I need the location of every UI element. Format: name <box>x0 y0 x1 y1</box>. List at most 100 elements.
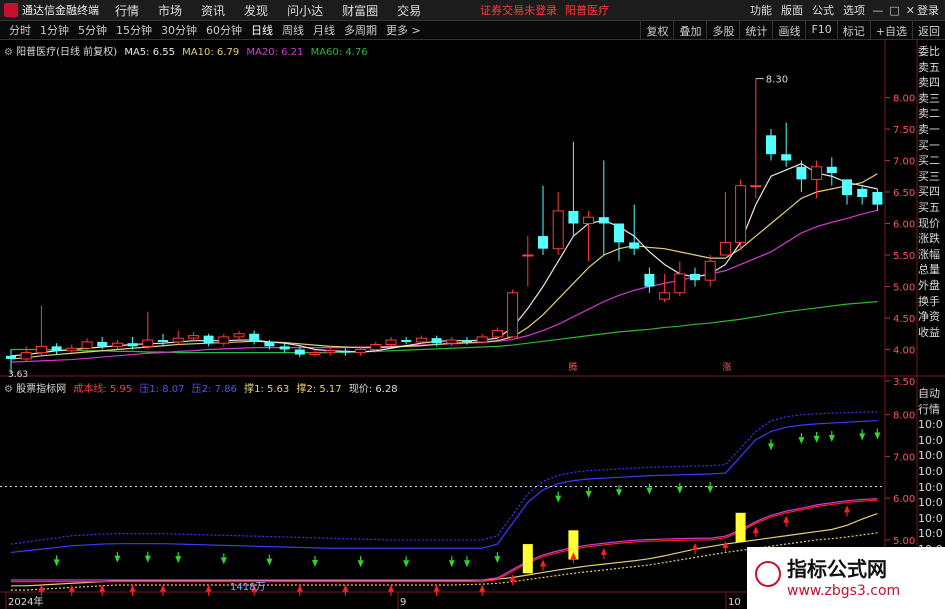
tool-stats[interactable]: 统计 <box>739 21 772 40</box>
indicator-axis-label: 8.00 <box>893 411 915 422</box>
minimize-icon[interactable]: — <box>872 4 883 17</box>
tick-item-4[interactable]: 10:0 <box>918 448 943 464</box>
period-monthly[interactable]: 月线 <box>313 22 335 38</box>
quote-item-15[interactable]: 外盘 <box>918 278 945 294</box>
settings-icon[interactable]: ⚙ <box>4 47 13 58</box>
period-60min[interactable]: 60分钟 <box>206 22 242 38</box>
period-30min[interactable]: 30分钟 <box>161 22 197 38</box>
tick-item-6[interactable]: 10:0 <box>918 480 943 496</box>
quote-item-9[interactable]: 买四 <box>918 184 945 200</box>
quote-item-0[interactable]: 委比 <box>918 44 945 60</box>
tick-item-0[interactable]: 自动 <box>918 386 943 402</box>
price-axis-label: 6.50 <box>893 188 915 199</box>
quote-item-12[interactable]: 涨跌 <box>918 231 945 247</box>
indicator-settings-icon[interactable]: ⚙ <box>4 384 13 395</box>
up-arrow <box>342 584 349 592</box>
quote-item-5[interactable]: 卖一 <box>918 122 945 138</box>
period-intraday[interactable]: 分时 <box>9 22 31 38</box>
ma20-label: MA20: 6.21 <box>246 47 304 58</box>
tick-item-8[interactable]: 10:0 <box>918 511 943 527</box>
ma5-line <box>10 162 878 357</box>
menu-item-market[interactable]: 市场 <box>158 2 182 19</box>
quote-item-13[interactable]: 涨幅 <box>918 247 945 263</box>
right-info-panel: 委比 卖五 卖四 卖三 卖二 卖一 买一 买二 买三 买四 买五 现价 涨跌 涨幅 总量 外盘 换手 净资 收益 自… <box>918 44 945 604</box>
candle-body-down <box>158 340 168 342</box>
period-1min[interactable]: 1分钟 <box>40 22 69 38</box>
link-formula[interactable]: 公式 <box>812 2 834 18</box>
quote-item-11[interactable]: 现价 <box>918 216 945 232</box>
tool-adjust[interactable]: 复权 <box>640 21 673 40</box>
down-arrow <box>53 559 60 567</box>
menu-item-news[interactable]: 资讯 <box>201 2 225 19</box>
down-arrow <box>813 435 820 443</box>
quote-item-8[interactable]: 买三 <box>918 169 945 185</box>
quote-item-3[interactable]: 卖三 <box>918 91 945 107</box>
menu-item-ask[interactable]: 问小达 <box>287 2 323 19</box>
kline-chart[interactable]: 8.00 7.50 7.00 6.50 6.00 5.50 5.00 4.50 4.00 3.50… <box>0 40 945 609</box>
tick-item-3[interactable]: 10:0 <box>918 433 943 449</box>
login-status[interactable]: 证券交易未登录 <box>480 2 557 18</box>
candle-body-up <box>735 185 747 243</box>
quote-item-6[interactable]: 买一 <box>918 138 945 154</box>
quote-item-10[interactable]: 买五 <box>918 200 945 216</box>
candle-body-up <box>750 185 762 188</box>
link-layout[interactable]: 版面 <box>781 2 803 18</box>
press1-line <box>10 411 878 545</box>
period-daily[interactable]: 日线 <box>251 22 273 38</box>
down-arrow <box>707 485 714 493</box>
menu-item-quotes[interactable]: 行情 <box>115 2 139 19</box>
ma60-line <box>11 301 878 354</box>
tick-item-2[interactable]: 10:0 <box>918 417 943 433</box>
tool-draw[interactable]: 画线 <box>772 21 805 40</box>
tool-overlay[interactable]: 叠加 <box>673 21 706 40</box>
ma10-line <box>10 173 878 360</box>
link-options[interactable]: 选项 <box>843 2 865 18</box>
quote-item-18[interactable]: 收益 <box>918 325 945 341</box>
close-icon[interactable]: ✕ <box>906 4 915 17</box>
tool-multistock[interactable]: 多股 <box>706 21 739 40</box>
event-marker-a: 腾 <box>568 361 577 373</box>
maximize-icon[interactable]: □ <box>889 4 899 17</box>
tool-mark[interactable]: 标记 <box>836 21 870 40</box>
period-more[interactable]: 更多 > <box>386 22 421 38</box>
quote-item-2[interactable]: 卖四 <box>918 75 945 91</box>
tick-item-7[interactable]: 10:0 <box>918 495 943 511</box>
link-functions[interactable]: 功能 <box>750 2 772 18</box>
quote-item-16[interactable]: 换手 <box>918 294 945 310</box>
tool-add-watch[interactable]: +自选 <box>869 21 912 40</box>
quote-item-1[interactable]: 卖五 <box>918 60 945 76</box>
up-arrow <box>783 515 790 523</box>
menu-item-trade[interactable]: 交易 <box>397 2 421 19</box>
tool-f10[interactable]: F10 <box>805 21 836 40</box>
tick-item-9[interactable]: 10:0 <box>918 526 943 542</box>
tick-item-5[interactable]: 10:0 <box>918 464 943 480</box>
high-price-label: 8.30 <box>766 75 788 86</box>
watermark-title: 指标公式网 <box>787 557 887 581</box>
period-5min[interactable]: 5分钟 <box>78 22 107 38</box>
menu-item-wealth[interactable]: 财富圈 <box>342 2 378 19</box>
up-arrow <box>540 559 546 567</box>
tick-panel: 自动行情10:010:010:010:010:010:010:010:010:0… <box>918 386 943 573</box>
tool-back[interactable]: 返回 <box>912 21 945 40</box>
period-15min[interactable]: 15分钟 <box>116 22 152 38</box>
candle-body-up <box>218 336 230 344</box>
quote-item-17[interactable]: 净资 <box>918 309 945 325</box>
chevron-right-icon: > <box>411 24 421 37</box>
window-controls: — □ ✕ <box>866 4 915 17</box>
price-label: 现价: 6.28 <box>348 384 398 395</box>
login-button[interactable]: 登录 <box>917 2 939 18</box>
quote-item-14[interactable]: 总量 <box>918 262 945 278</box>
quote-item-7[interactable]: 买二 <box>918 153 945 169</box>
price-axis-label: 5.00 <box>893 283 915 294</box>
down-arrow <box>555 495 562 503</box>
candle-body-down <box>401 340 412 342</box>
quote-item-4[interactable]: 卖二 <box>918 106 945 122</box>
period-weekly[interactable]: 周线 <box>282 22 304 38</box>
tick-item-1[interactable]: 行情 <box>918 402 943 418</box>
candle-body-down <box>6 355 16 359</box>
candle-body-down <box>629 242 640 249</box>
menu-item-discover[interactable]: 发现 <box>244 2 268 19</box>
price-axis-label: 3.50 <box>893 377 915 388</box>
period-multi[interactable]: 多周期 <box>344 22 377 38</box>
candle-body-down <box>127 343 138 347</box>
